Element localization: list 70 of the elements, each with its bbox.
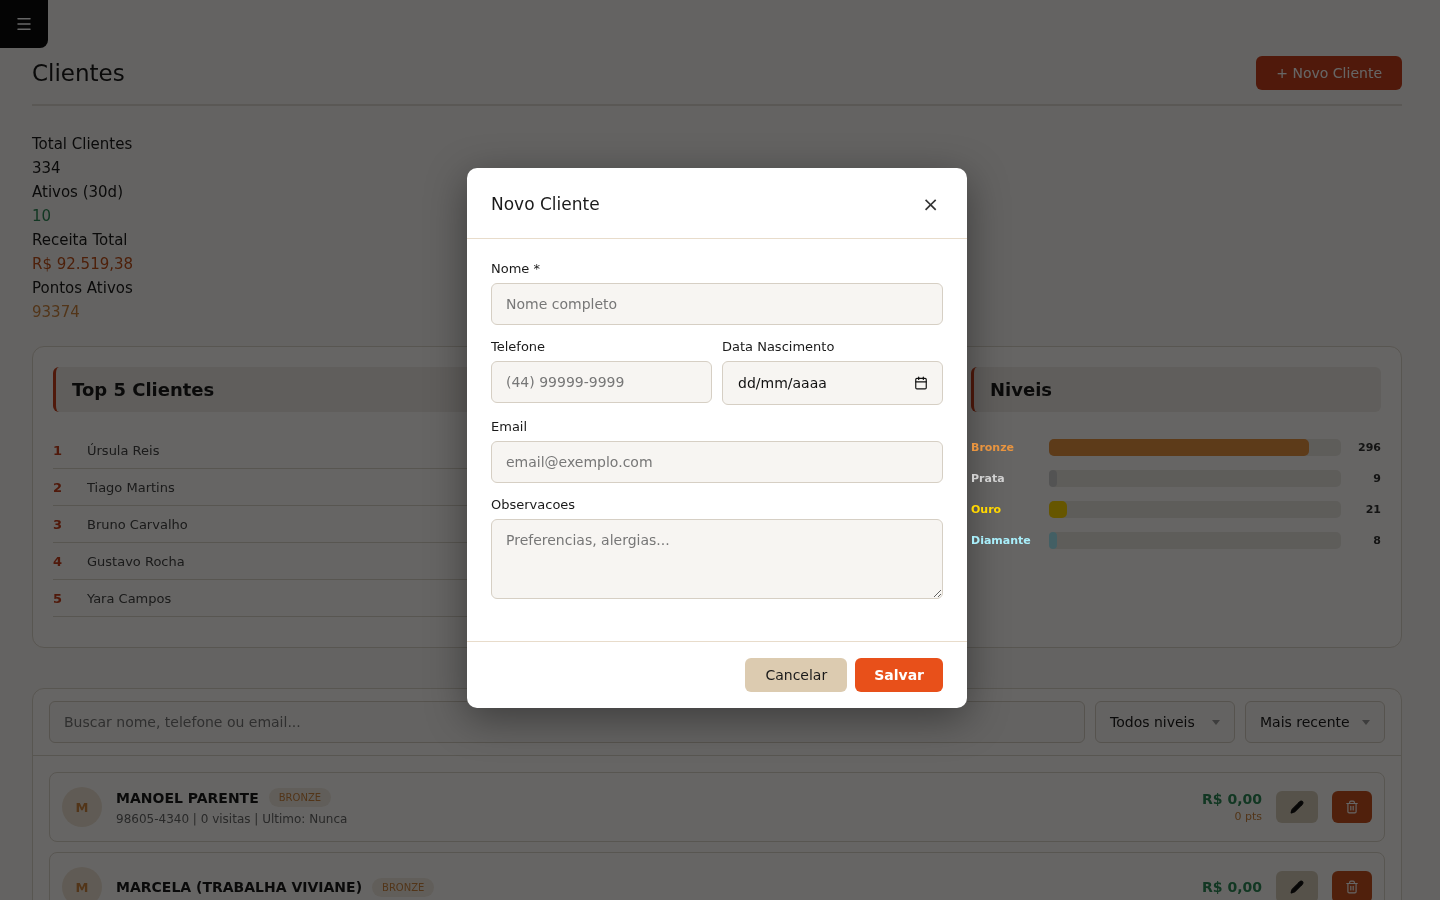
level-count: 9	[1372, 472, 1381, 485]
level-label: Bronze	[971, 441, 1016, 454]
level-count: 21	[1364, 503, 1381, 516]
stat-value: 93374	[32, 302, 80, 323]
level-count: 296	[1357, 441, 1381, 454]
rank-number: 5	[53, 590, 64, 606]
trash-icon	[1345, 800, 1359, 814]
client-name: Gustavo Rocha	[87, 553, 185, 569]
field-label: Data Nascimento	[722, 339, 836, 354]
birth-date-field[interactable]: dd/mm/aaaa	[722, 361, 943, 405]
pencil-icon	[1290, 880, 1304, 894]
caret-icon	[1212, 719, 1220, 725]
client-card[interactable]: M MANOEL PARENTE BRONZE 98605-4340 | 0 visitas | Ultimo: Nunca R$ 0,00 0 pts	[49, 772, 1385, 842]
new-client-button[interactable]: + Novo Cliente	[1256, 56, 1402, 90]
client-details: 98605-4340 | 0 visitas | Ultimo: Nunca	[116, 812, 349, 826]
stat-label: Ativos (30d)	[32, 182, 123, 203]
client-points: 0 pts	[1234, 810, 1262, 823]
tier-badge: BRONZE	[372, 877, 435, 897]
email-field[interactable]: email@exemplo.com	[491, 441, 943, 483]
rank-number: 4	[53, 553, 64, 569]
avatar: M	[62, 787, 102, 827]
client-name: Yara Campos	[87, 590, 172, 606]
menu-icon	[15, 15, 33, 33]
close-button[interactable]: ×	[918, 192, 943, 216]
edit-button[interactable]	[1276, 791, 1318, 823]
client-name: Tiago Martins	[87, 479, 175, 495]
dialog-title: Novo Cliente	[491, 194, 600, 214]
save-button[interactable]: Salvar	[855, 658, 943, 692]
cancel-button[interactable]: Cancelar	[745, 658, 848, 692]
avatar: M	[62, 867, 102, 900]
rank-number: 2	[53, 479, 64, 495]
level-count: 8	[1372, 534, 1381, 547]
notes-field[interactable]: Preferencias, alergias...	[491, 519, 943, 599]
level-select[interactable]: Todos niveis	[1095, 701, 1235, 743]
client-name: MARCELA (TRABALHA VIVIANE)	[116, 879, 363, 895]
client-card[interactable]: M MARCELA (TRABALHA VIVIANE) BRONZE R$ 0,00	[49, 852, 1385, 900]
delete-button[interactable]	[1332, 791, 1372, 823]
caret-icon	[1362, 719, 1370, 725]
rank-number: 3	[53, 516, 64, 532]
page-title: Clientes	[32, 60, 125, 86]
client-amount: R$ 0,00	[1202, 879, 1262, 895]
stat-label: Receita Total	[32, 230, 128, 251]
client-name: MANOEL PARENTE	[116, 789, 259, 806]
card-title: Niveis	[971, 367, 1381, 412]
field-label: Observacoes	[491, 497, 577, 512]
stat-label: Total Clientes	[32, 134, 133, 155]
delete-button[interactable]	[1332, 871, 1372, 900]
stat-value: 10	[32, 206, 52, 227]
field-label: Email	[491, 419, 529, 434]
rank-number: 1	[53, 442, 64, 458]
pencil-icon	[1290, 800, 1304, 814]
menu-button[interactable]	[0, 0, 48, 48]
level-label: Prata	[971, 472, 1006, 485]
edit-button[interactable]	[1276, 871, 1318, 900]
name-field[interactable]: Nome completo	[491, 283, 943, 325]
level-label: Diamante	[971, 534, 1032, 547]
stat-value: R$ 92.519,38	[32, 254, 134, 275]
phone-field[interactable]: (44) 99999-9999	[491, 361, 712, 403]
client-name: Úrsula Reis	[87, 442, 160, 458]
trash-icon	[1345, 880, 1359, 894]
client-amount: R$ 0,00	[1202, 791, 1262, 807]
field-label: Telefone	[491, 339, 547, 354]
sort-select[interactable]: Mais recente	[1245, 701, 1385, 743]
client-name: Bruno Carvalho	[87, 516, 188, 532]
tier-badge: BRONZE	[268, 788, 332, 807]
calendar-icon	[914, 376, 928, 390]
field-label: Nome *	[491, 261, 541, 276]
stat-label: Pontos Ativos	[32, 278, 133, 299]
stat-value: 334	[32, 158, 61, 179]
level-label: Ouro	[971, 503, 1003, 516]
